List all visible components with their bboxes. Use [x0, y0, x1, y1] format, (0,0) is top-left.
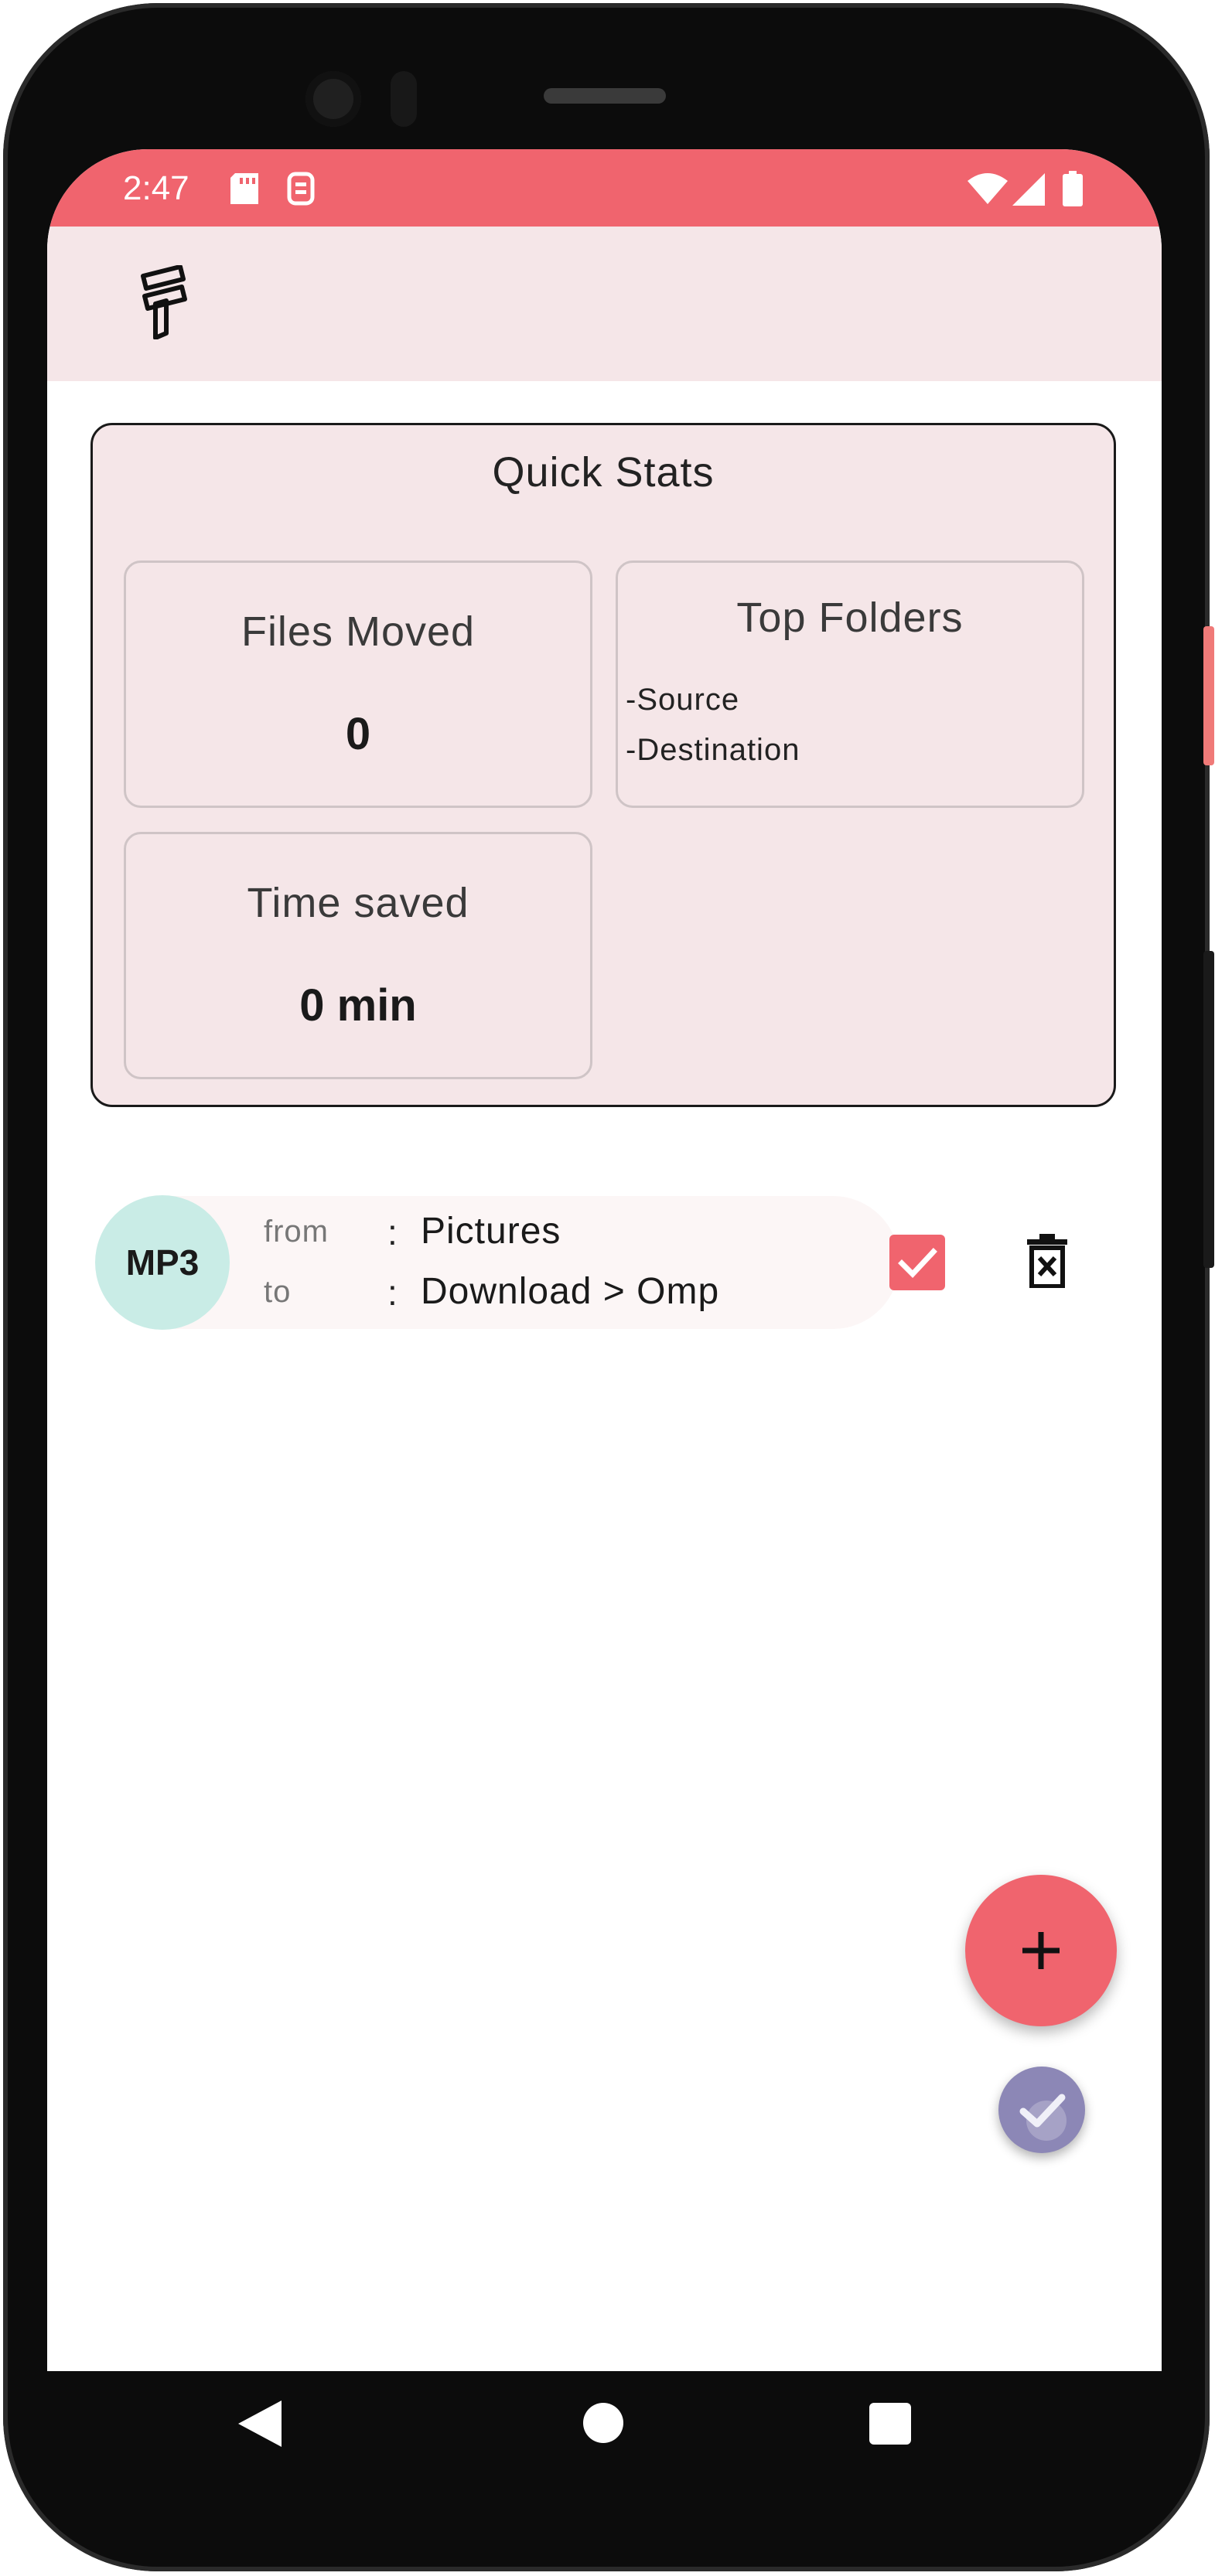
- rule-to-label: to: [264, 1275, 292, 1309]
- nav-recents-button[interactable]: [869, 2403, 911, 2445]
- screen: 2:47 Quick Stats Files Moved 0 Top Folde…: [47, 149, 1162, 2371]
- top-folder-item: -Destination: [626, 733, 800, 767]
- time-saved-label: Time saved: [247, 880, 469, 926]
- status-time: 2:47: [123, 169, 189, 207]
- front-camera: [305, 71, 361, 127]
- power-button: [1203, 626, 1214, 765]
- app-bar: [47, 227, 1162, 381]
- earpiece-speaker: [544, 88, 666, 104]
- nav-back-button[interactable]: [238, 2401, 282, 2447]
- rule-enabled-checkbox[interactable]: [889, 1235, 945, 1290]
- checkmark-icon: [898, 1248, 937, 1279]
- time-saved-card: Time saved 0 min: [124, 832, 592, 1079]
- sd-card-icon: [230, 173, 258, 204]
- files-moved-card: Files Moved 0: [124, 561, 592, 808]
- delete-icon[interactable]: [1026, 1232, 1069, 1288]
- rule-from-value: Pictures: [421, 1211, 561, 1252]
- quick-stats-card: Quick Stats Files Moved 0 Top Folders -S…: [90, 423, 1116, 1107]
- wifi-icon: [968, 173, 1008, 204]
- rule-separator: :: [387, 1273, 398, 1313]
- quick-stats-title: Quick Stats: [492, 449, 715, 496]
- rule-from-label: from: [264, 1215, 329, 1249]
- top-folders-label: Top Folders: [736, 595, 964, 641]
- rule-to-value: Download > Omp: [421, 1271, 720, 1312]
- nav-home-button[interactable]: [583, 2403, 623, 2443]
- add-rule-button[interactable]: [965, 1875, 1117, 2026]
- phone-frame: 2:47 Quick Stats Files Moved 0 Top Folde…: [0, 0, 1215, 2576]
- apply-rules-button[interactable]: [998, 2067, 1085, 2153]
- rule-filetype-badge: MP3: [95, 1195, 230, 1330]
- plus-icon: [1022, 1932, 1060, 1969]
- time-saved-value: 0 min: [299, 980, 417, 1031]
- battery-icon: [1063, 171, 1083, 206]
- app-logo-icon: [141, 265, 187, 339]
- top-folder-item: -Source: [626, 683, 740, 717]
- sim-icon: [287, 172, 315, 206]
- top-folders-card: Top Folders -Source -Destination: [616, 561, 1084, 808]
- files-moved-value: 0: [345, 709, 371, 759]
- status-bar: 2:47: [47, 149, 1162, 227]
- files-moved-label: Files Moved: [241, 608, 476, 655]
- volume-button: [1203, 951, 1214, 1268]
- signal-icon: [1012, 173, 1045, 206]
- rule-separator: :: [387, 1212, 398, 1252]
- check-icon: [1019, 2094, 1067, 2141]
- proximity-sensor: [391, 71, 417, 127]
